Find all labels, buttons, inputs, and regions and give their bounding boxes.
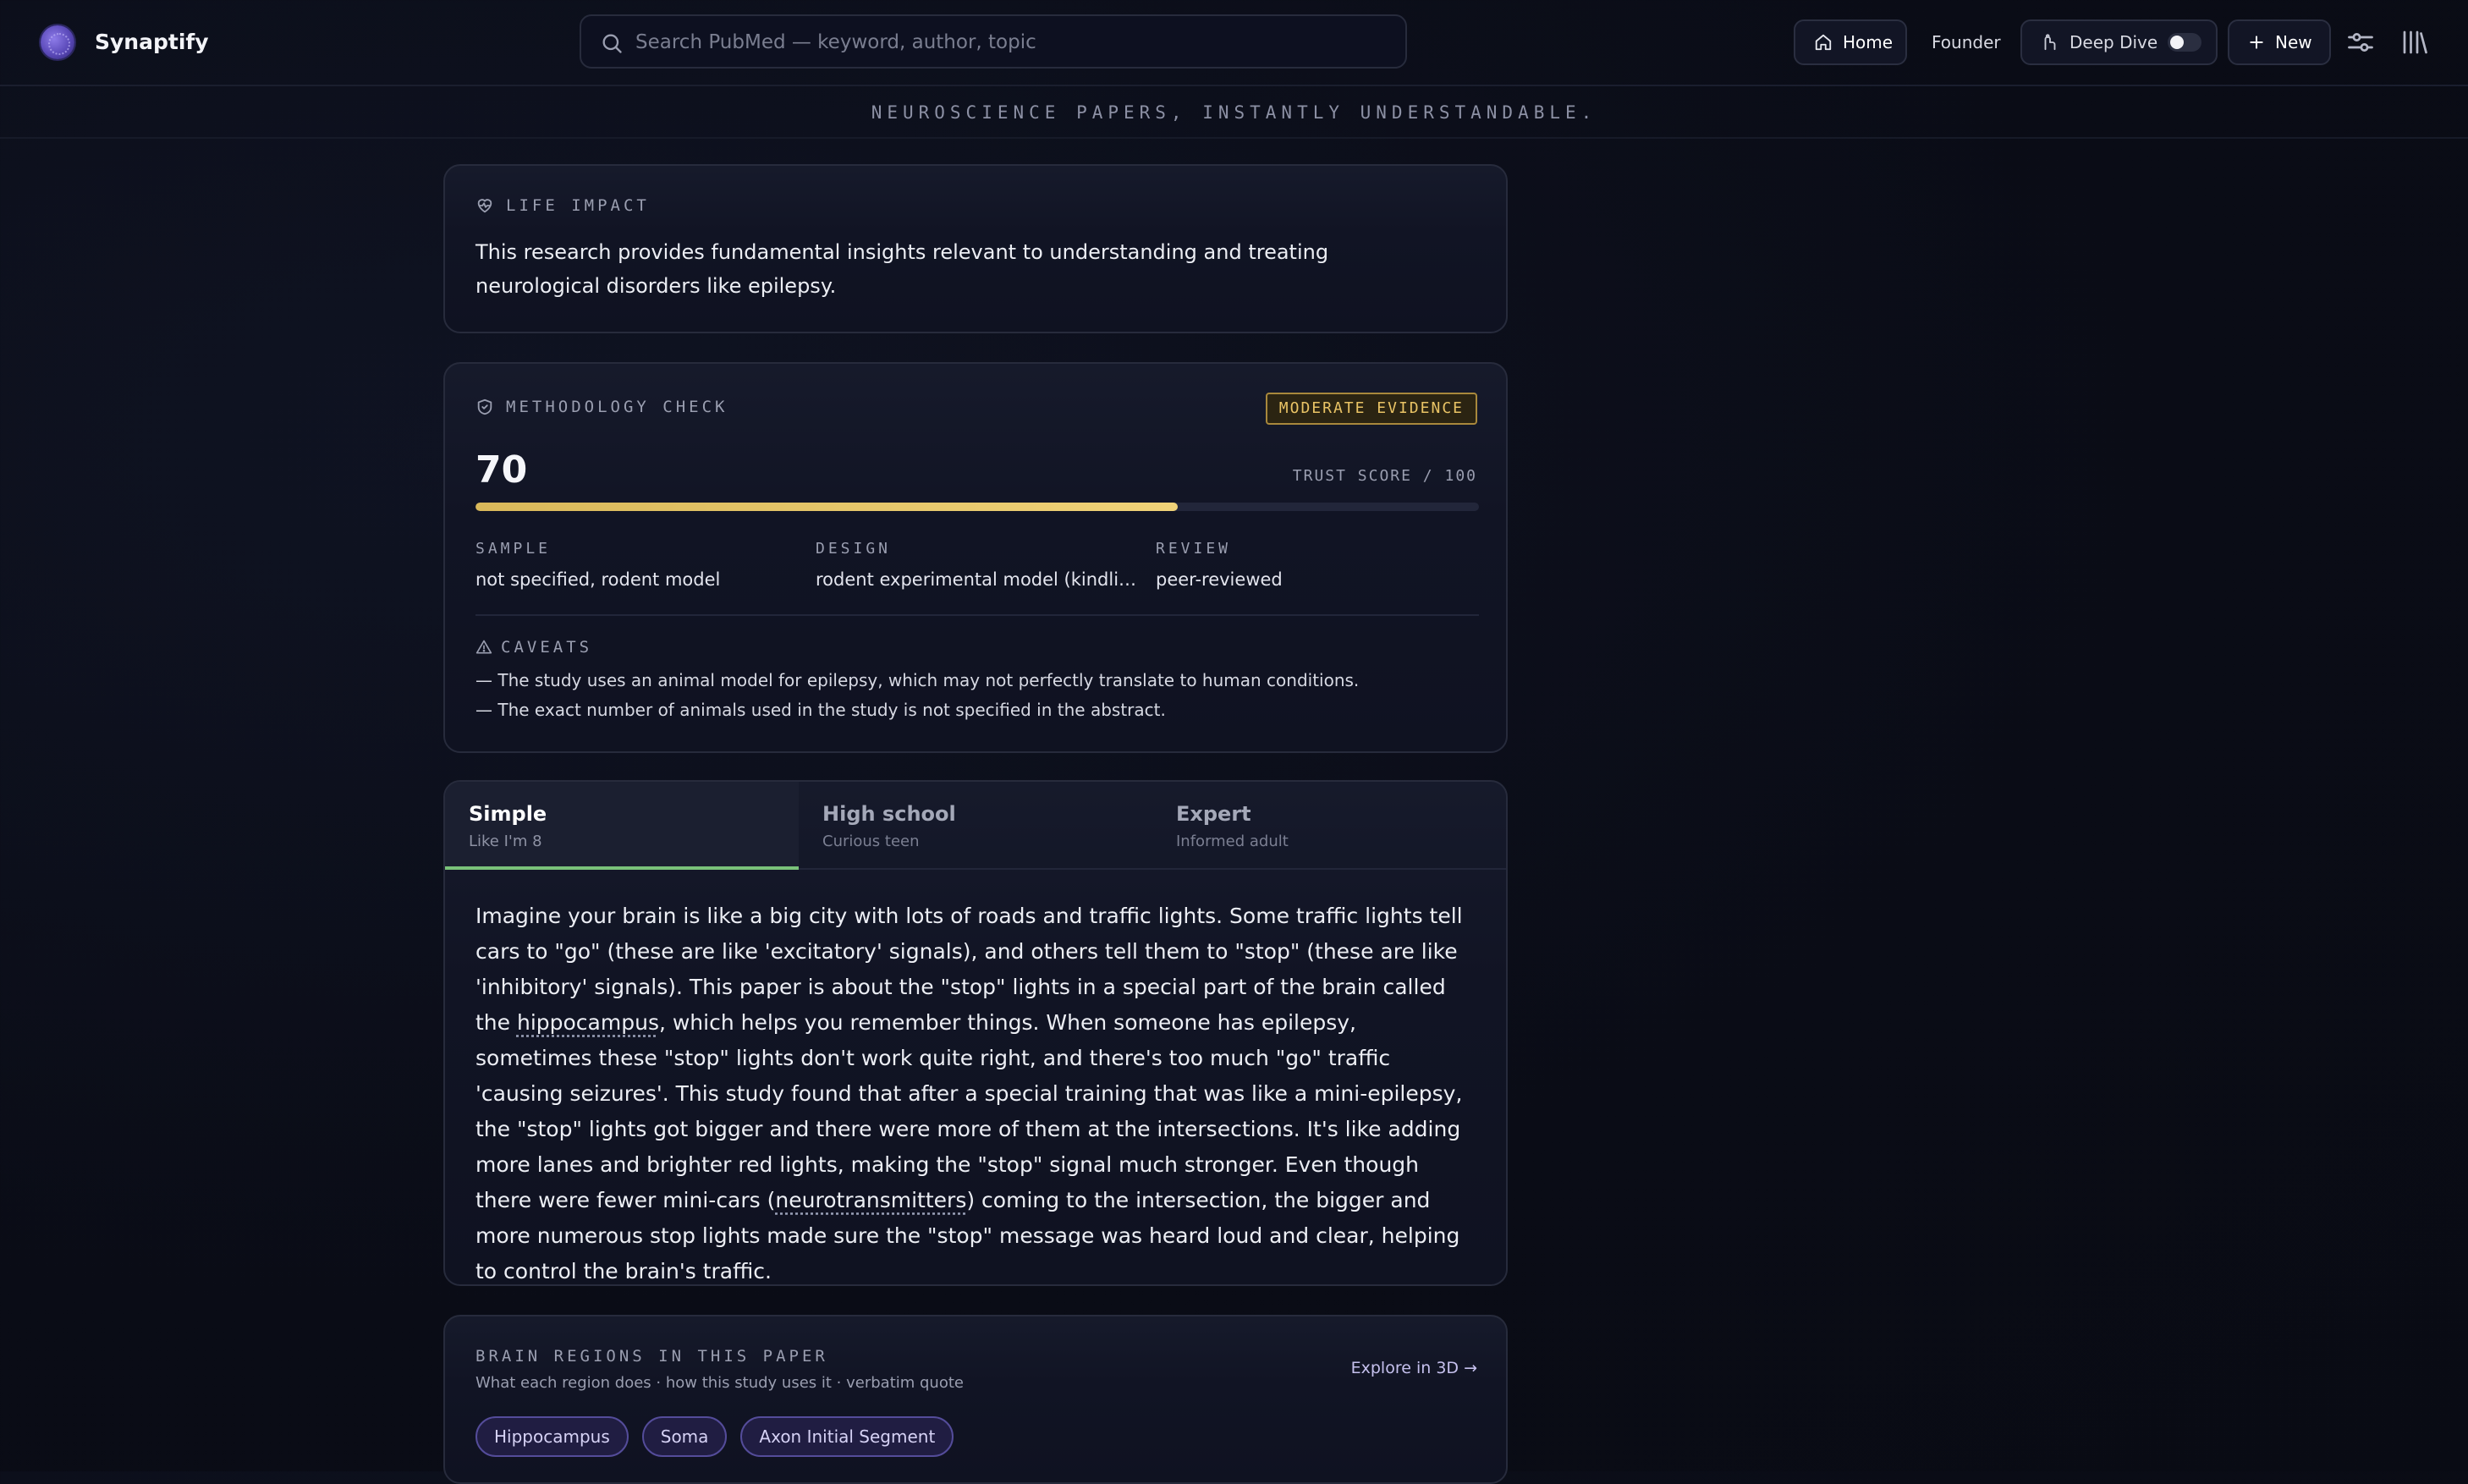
- new-button[interactable]: New: [2228, 19, 2331, 65]
- explanation-part: , which helps you remember things. When …: [475, 1010, 1463, 1212]
- library-icon[interactable]: [2399, 27, 2430, 58]
- tab-high-school-subtitle: Curious teen: [822, 833, 920, 850]
- home-button[interactable]: Home: [1794, 19, 1907, 65]
- deep-dive-label: Deep Dive: [2069, 32, 2158, 52]
- stat-sample: SAMPLE not specified, rodent model: [475, 540, 797, 590]
- search-box[interactable]: [580, 14, 1407, 69]
- founder-link[interactable]: Founder: [1917, 19, 2010, 65]
- brain-regions-card: BRAIN REGIONS IN THIS PAPER What each re…: [443, 1315, 1508, 1484]
- region-chip-soma[interactable]: Soma: [641, 1416, 728, 1457]
- region-chips: Hippocampus Soma Axon Initial Segment: [475, 1416, 954, 1457]
- plus-icon: [2250, 36, 2263, 49]
- glossary-term-neurotransmitters[interactable]: neurotransmitters: [775, 1188, 966, 1212]
- region-chip-axon-initial-segment[interactable]: Axon Initial Segment: [740, 1416, 954, 1457]
- region-chip-hippocampus[interactable]: Hippocampus: [475, 1416, 629, 1457]
- top-bar: Synaptify Home Founder Deep Dive New: [0, 0, 2468, 86]
- deep-dive-switch[interactable]: [2168, 33, 2201, 52]
- stat-design-key: DESIGN: [816, 540, 892, 558]
- glossary-term-hippocampus[interactable]: hippocampus: [517, 1010, 659, 1035]
- tab-expert[interactable]: Expert Informed adult: [1152, 782, 1506, 870]
- evidence-badge: MODERATE EVIDENCE: [1265, 393, 1477, 425]
- caveats-header: CAVEATS: [475, 638, 592, 657]
- stat-design-value: rodent experimental model (kindling), ..…: [816, 569, 1137, 590]
- life-impact-text: This research provides fundamental insig…: [475, 240, 1329, 298]
- stat-review: REVIEW peer-reviewed: [1156, 540, 1477, 590]
- deep-dive-toggle-button[interactable]: Deep Dive: [2020, 19, 2218, 65]
- new-label: New: [2275, 32, 2312, 52]
- home-icon: [1815, 34, 1832, 51]
- trust-score-bar-fill: [475, 503, 1179, 511]
- trust-score-label: TRUST SCORE / 100: [1292, 467, 1477, 485]
- brain-regions-subtitle: What each region does · how this study u…: [475, 1374, 964, 1392]
- search-input[interactable]: [634, 16, 1382, 69]
- life-impact-label: LIFE IMPACT: [506, 196, 650, 215]
- brain-regions-label: BRAIN REGIONS IN THIS PAPER: [475, 1347, 828, 1366]
- methodology-card: METHODOLOGY CHECK MODERATE EVIDENCE 70 T…: [443, 362, 1508, 753]
- tab-expert-subtitle: Informed adult: [1176, 833, 1289, 850]
- caveat-item: — The study uses an animal model for epi…: [475, 670, 1360, 690]
- methodology-label: METHODOLOGY CHECK: [506, 398, 728, 416]
- brain-logo-icon[interactable]: [41, 25, 74, 59]
- caveat-item: — The exact number of animals used in th…: [475, 700, 1166, 720]
- stat-sample-value: not specified, rodent model: [475, 569, 721, 590]
- stat-review-key: REVIEW: [1156, 540, 1232, 558]
- tab-high-school-title: High school: [822, 802, 956, 826]
- heart-pulse-icon: [477, 199, 492, 213]
- stat-design: DESIGN rodent experimental model (kindli…: [816, 540, 1137, 590]
- life-impact-card: LIFE IMPACT This research provides funda…: [443, 164, 1508, 333]
- explanation-text: Imagine your brain is like a big city wi…: [475, 899, 1479, 1284]
- methodology-header: METHODOLOGY CHECK: [475, 398, 728, 416]
- life-impact-header: LIFE IMPACT: [475, 196, 650, 215]
- caveats-label: CAVEATS: [501, 638, 593, 657]
- tab-high-school[interactable]: High school Curious teen: [799, 782, 1152, 870]
- stat-review-value: peer-reviewed: [1156, 569, 1283, 590]
- deep-dive-icon: [2044, 34, 2056, 51]
- divider: [475, 614, 1479, 616]
- trust-score-bar: [475, 503, 1479, 511]
- warning-triangle-icon: [475, 640, 492, 654]
- trust-score-value: 70: [475, 448, 528, 492]
- tab-expert-title: Expert: [1176, 802, 1251, 826]
- settings-sliders-icon[interactable]: [2345, 27, 2376, 58]
- tab-simple[interactable]: Simple Like I'm 8: [445, 782, 799, 870]
- tab-simple-title: Simple: [469, 802, 547, 826]
- tagline: NEUROSCIENCE PAPERS, INSTANTLY UNDERSTAN…: [0, 86, 2468, 139]
- app-name[interactable]: Synaptify: [95, 25, 209, 59]
- stat-sample-key: SAMPLE: [475, 540, 552, 558]
- search-icon: [602, 34, 622, 53]
- reading-level-tabs: Simple Like I'm 8 High school Curious te…: [445, 782, 1506, 870]
- shield-check-icon: [477, 398, 492, 415]
- explanation-card: Simple Like I'm 8 High school Curious te…: [443, 780, 1508, 1286]
- founder-label: Founder: [1932, 32, 2001, 52]
- explore-3d-link[interactable]: Explore in 3D →: [1351, 1359, 1477, 1377]
- tab-simple-subtitle: Like I'm 8: [469, 833, 542, 850]
- home-label: Home: [1843, 32, 1894, 52]
